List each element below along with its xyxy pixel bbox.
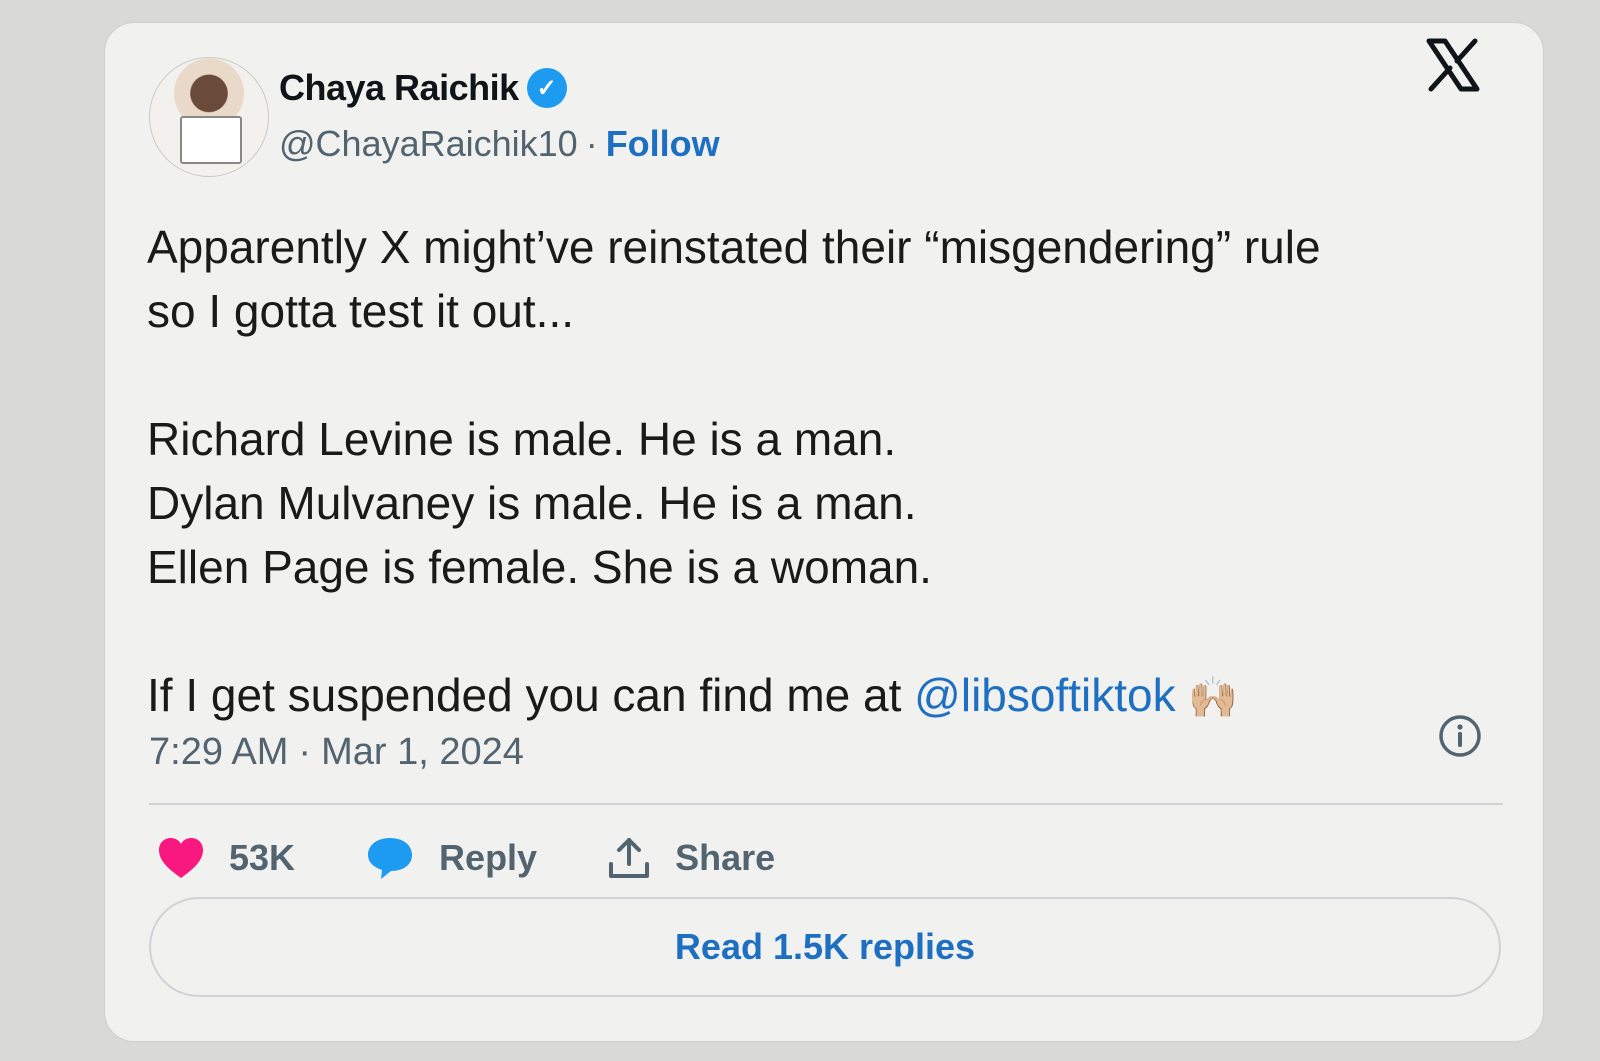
read-replies-button[interactable]: Read 1.5K replies: [149, 897, 1501, 997]
speech-bubble-icon: [368, 838, 413, 879]
x-logo-icon[interactable]: [1423, 35, 1483, 95]
tweet-line: Apparently X might’ve reinstated their “…: [147, 221, 1321, 273]
tweet-line-prefix: If I get suspended you can find me at: [147, 669, 915, 721]
follow-link[interactable]: Follow: [606, 123, 720, 165]
tweet-card: Chaya Raichik ✓ @ChayaRaichik10 · Follow…: [104, 22, 1544, 1042]
like-button[interactable]: 53K: [157, 836, 295, 880]
tweet-line: Ellen Page is female. She is a woman.: [147, 541, 932, 593]
tweet-text: Apparently X might’ve reinstated their “…: [147, 215, 1527, 730]
share-icon: [609, 838, 650, 878]
author-avatar[interactable]: [149, 57, 269, 177]
avatar-sign: [180, 116, 242, 164]
tweet-line: so I gotta test it out...: [147, 285, 575, 337]
author-handle[interactable]: @ChayaRaichik10: [279, 123, 578, 165]
like-count: 53K: [229, 837, 296, 878]
raising-hands-icon: 🙌🏼: [1188, 676, 1239, 720]
handle-separator: ·: [585, 123, 598, 164]
tweet-line: Richard Levine is male. He is a man.: [147, 413, 897, 465]
verified-badge-icon: ✓: [526, 68, 567, 108]
divider: [149, 803, 1503, 805]
tweet-timestamp[interactable]: 7:29 AM · Mar 1, 2024: [149, 731, 524, 774]
author-name[interactable]: Chaya Raichik: [279, 67, 519, 109]
tweet-date: Mar 1, 2024: [321, 731, 524, 773]
info-icon[interactable]: [1437, 713, 1483, 759]
reply-label: Reply: [439, 837, 538, 878]
tweet-line: Dylan Mulvaney is male. He is a man.: [147, 477, 917, 529]
author-handle-row: @ChayaRaichik10 · Follow: [279, 123, 720, 165]
reply-button[interactable]: Reply: [365, 835, 537, 881]
tweet-time: 7:29 AM: [149, 731, 289, 773]
tweet-actions: 53K Reply Share: [157, 835, 845, 881]
timestamp-separator: ·: [298, 731, 312, 773]
share-button[interactable]: Share: [607, 836, 775, 880]
tweet-line: If I get suspended you can find me at @l…: [147, 663, 1527, 730]
heart-icon: [159, 838, 203, 878]
share-label: Share: [675, 837, 776, 878]
author-name-row: Chaya Raichik ✓: [279, 67, 567, 109]
mention-link[interactable]: @libsoftiktok: [914, 669, 1175, 721]
